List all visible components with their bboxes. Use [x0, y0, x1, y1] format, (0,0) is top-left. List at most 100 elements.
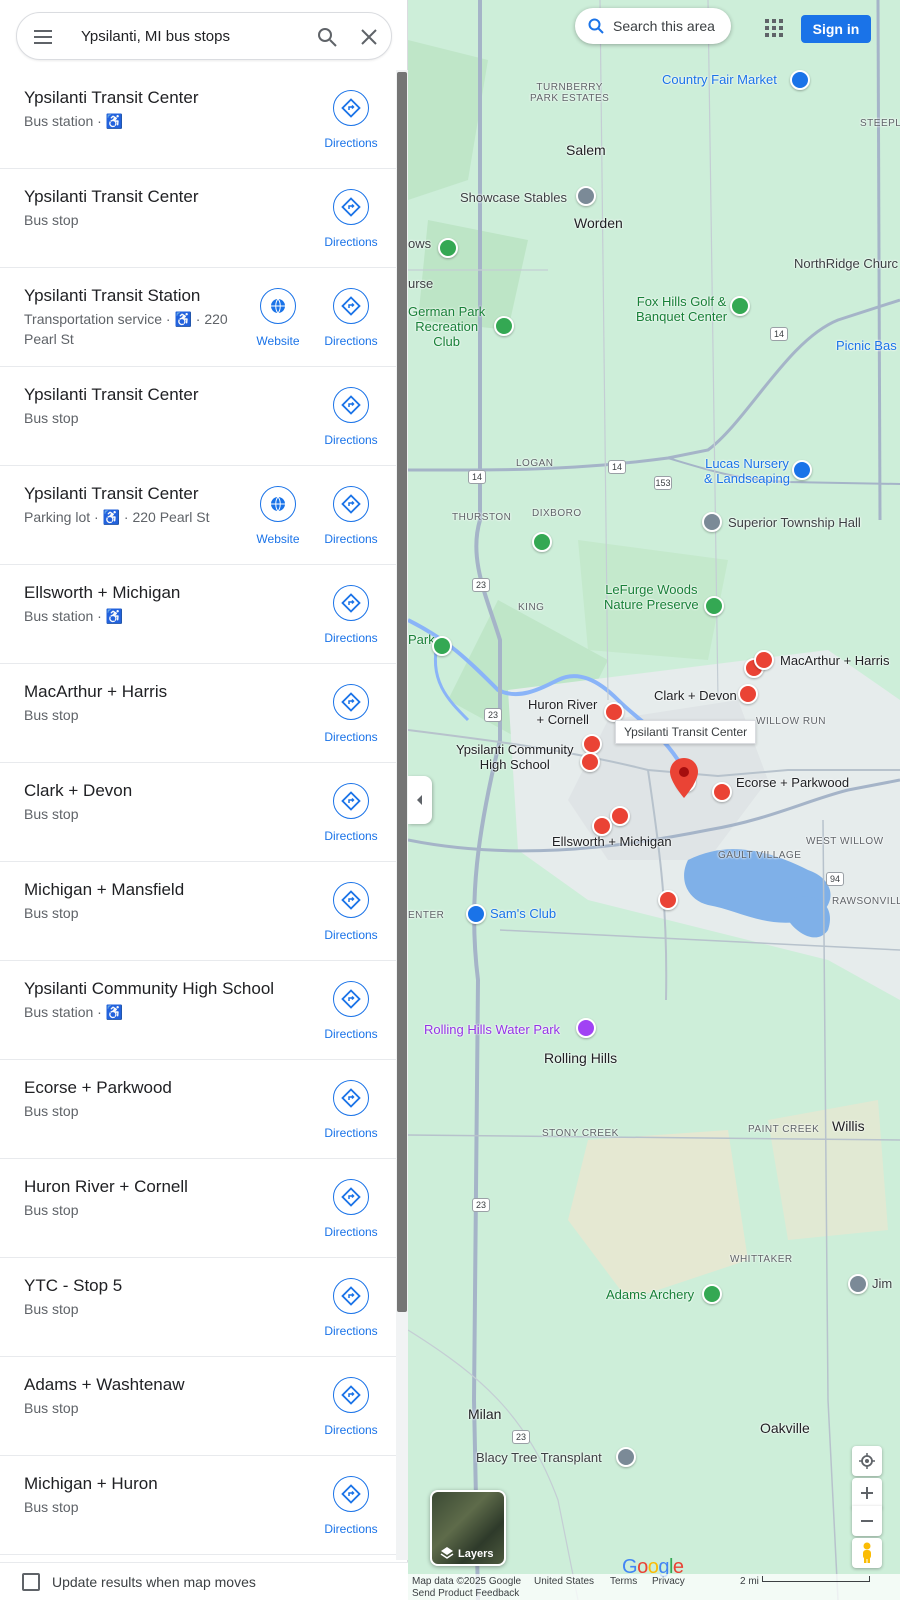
- result-item[interactable]: Ypsilanti Transit Center Parking lot · ♿…: [0, 466, 396, 565]
- send-feedback-link[interactable]: Send Product Feedback: [412, 1588, 519, 1599]
- scale-label[interactable]: 2 mi: [740, 1576, 759, 1587]
- result-name[interactable]: Clark + Devon: [24, 781, 132, 801]
- result-name[interactable]: Ypsilanti Transit Center: [24, 484, 198, 504]
- bus-stop-icon[interactable]: [604, 702, 624, 722]
- directions-button[interactable]: Directions: [316, 90, 386, 150]
- place-label[interactable]: Showcase Stables: [460, 190, 567, 205]
- result-item[interactable]: Huron River + Cornell Bus stop Direction…: [0, 1159, 396, 1258]
- result-name[interactable]: MacArthur + Harris: [24, 682, 167, 702]
- terms-link[interactable]: Terms: [610, 1576, 637, 1587]
- park-icon[interactable]: [494, 316, 514, 336]
- place-marker-icon[interactable]: [616, 1447, 636, 1467]
- result-item[interactable]: Ellsworth + Michigan Bus station · ♿ Dir…: [0, 565, 396, 664]
- result-name[interactable]: Ecorse + Parkwood: [24, 1078, 172, 1098]
- directions-button[interactable]: Directions: [316, 288, 386, 348]
- apps-grid-icon[interactable]: [762, 16, 786, 40]
- directions-button[interactable]: Directions: [316, 1476, 386, 1536]
- directions-button[interactable]: Directions: [316, 783, 386, 843]
- bus-stop-label[interactable]: Ellsworth + Michigan: [552, 834, 672, 849]
- map-canvas[interactable]: Search this area Sign in Country Fair Ma…: [408, 0, 900, 1600]
- golf-icon[interactable]: [438, 238, 458, 258]
- directions-button[interactable]: Directions: [316, 684, 386, 744]
- close-icon[interactable]: [357, 25, 381, 49]
- garden-icon[interactable]: [532, 532, 552, 552]
- place-marker-icon[interactable]: [576, 186, 596, 206]
- search-this-area-button[interactable]: Search this area: [575, 8, 731, 44]
- search-box[interactable]: Ypsilanti, MI bus stops: [16, 12, 392, 60]
- place-label[interactable]: Superior Township Hall: [728, 515, 861, 530]
- directions-button[interactable]: Directions: [316, 387, 386, 447]
- bus-stop-icon[interactable]: [738, 684, 758, 704]
- collapse-panel-button[interactable]: [408, 776, 432, 824]
- website-button[interactable]: Website: [243, 486, 313, 546]
- search-input[interactable]: Ypsilanti, MI bus stops: [81, 28, 230, 45]
- bus-stop-label[interactable]: MacArthur + Harris: [780, 653, 889, 668]
- bus-stop-icon[interactable]: [592, 816, 612, 836]
- park-icon[interactable]: [432, 636, 452, 656]
- government-icon[interactable]: [702, 512, 722, 532]
- result-name[interactable]: Ellsworth + Michigan: [24, 583, 180, 603]
- result-item[interactable]: Ypsilanti Transit Center Bus stop Direct…: [0, 169, 396, 268]
- result-name[interactable]: YTC - Stop 5: [24, 1276, 122, 1296]
- result-item[interactable]: Ypsilanti Transit Station Transportation…: [0, 268, 396, 367]
- place-label[interactable]: Rolling Hills Water Park: [424, 1022, 560, 1037]
- directions-button[interactable]: Directions: [316, 981, 386, 1041]
- place-label[interactable]: Lucas Nursery & Landscaping: [704, 456, 790, 486]
- directions-button[interactable]: Directions: [316, 189, 386, 249]
- bus-stop-label[interactable]: Ecorse + Parkwood: [736, 775, 849, 790]
- result-name[interactable]: Adams + Washtenaw: [24, 1375, 184, 1395]
- my-location-button[interactable]: [852, 1446, 882, 1476]
- result-item[interactable]: YTC - Stop 5 Bus stop Directions: [0, 1258, 396, 1357]
- bus-stop-label[interactable]: Clark + Devon: [654, 688, 737, 703]
- result-item[interactable]: Adams + Washtenaw Bus stop Directions: [0, 1357, 396, 1456]
- place-label[interactable]: Picnic Bas: [836, 338, 897, 353]
- place-label[interactable]: Sam's Club: [490, 906, 556, 921]
- result-name[interactable]: Ypsilanti Transit Center: [24, 187, 198, 207]
- bus-stop-label[interactable]: Ypsilanti Community High School: [456, 742, 574, 772]
- store-icon[interactable]: [466, 904, 486, 924]
- result-name[interactable]: Michigan + Huron: [24, 1474, 158, 1494]
- website-button[interactable]: Website: [243, 288, 313, 348]
- bus-stop-icon[interactable]: [580, 752, 600, 772]
- result-item[interactable]: Clark + Devon Bus stop Directions: [0, 763, 396, 862]
- sign-in-button[interactable]: Sign in: [801, 15, 871, 43]
- bus-stop-icon[interactable]: [582, 734, 602, 754]
- bus-stop-icon[interactable]: [754, 650, 774, 670]
- place-label[interactable]: German Park Recreation Club: [408, 304, 485, 349]
- result-item[interactable]: Michigan + Huron Bus stop Directions: [0, 1456, 396, 1555]
- place-label[interactable]: Park: [408, 632, 435, 647]
- search-icon[interactable]: [315, 25, 339, 49]
- country-link[interactable]: United States: [534, 1576, 594, 1587]
- result-item[interactable]: Ypsilanti Community High School Bus stat…: [0, 961, 396, 1060]
- golf-icon[interactable]: [730, 296, 750, 316]
- directions-button[interactable]: Directions: [316, 585, 386, 645]
- zoom-out-button[interactable]: [852, 1506, 882, 1536]
- bus-stop-icon[interactable]: [712, 782, 732, 802]
- result-name[interactable]: Michigan + Mansfield: [24, 880, 184, 900]
- park-icon[interactable]: [704, 596, 724, 616]
- privacy-link[interactable]: Privacy: [652, 1576, 685, 1587]
- place-label[interactable]: Adams Archery: [606, 1287, 694, 1302]
- result-item[interactable]: Michigan + Mansfield Bus stop Directions: [0, 862, 396, 961]
- water-park-icon[interactable]: [576, 1018, 596, 1038]
- place-label[interactable]: Fox Hills Golf & Banquet Center: [636, 294, 727, 324]
- layers-button[interactable]: Layers: [430, 1490, 506, 1566]
- results-scroll-thumb[interactable]: [397, 72, 407, 1312]
- update-results-checkbox[interactable]: [22, 1573, 40, 1591]
- menu-icon[interactable]: [31, 25, 55, 49]
- result-name[interactable]: Ypsilanti Transit Station: [24, 286, 200, 306]
- street-view-button[interactable]: [852, 1538, 882, 1568]
- result-item[interactable]: Ecorse + Parkwood Bus stop Directions: [0, 1060, 396, 1159]
- archery-icon[interactable]: [702, 1284, 722, 1304]
- directions-button[interactable]: Directions: [316, 1179, 386, 1239]
- bus-stop-icon[interactable]: [610, 806, 630, 826]
- directions-button[interactable]: Directions: [316, 486, 386, 546]
- directions-button[interactable]: Directions: [316, 1377, 386, 1437]
- result-name[interactable]: Huron River + Cornell: [24, 1177, 188, 1197]
- directions-button[interactable]: Directions: [316, 1278, 386, 1338]
- place-marker-icon[interactable]: [848, 1274, 868, 1294]
- place-label[interactable]: LeFurge Woods Nature Preserve: [604, 582, 699, 612]
- result-item[interactable]: Ypsilanti Transit Center Bus stop Direct…: [0, 367, 396, 466]
- result-name[interactable]: Ypsilanti Transit Center: [24, 385, 198, 405]
- bus-stop-icon[interactable]: [658, 890, 678, 910]
